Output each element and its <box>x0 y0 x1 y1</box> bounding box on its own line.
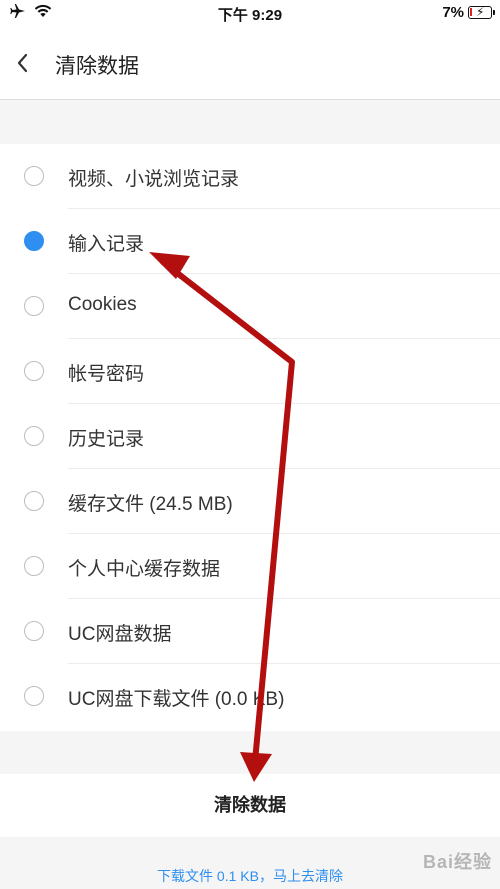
option-row-cookies[interactable]: Cookies <box>0 274 500 339</box>
radio-button[interactable] <box>24 361 44 381</box>
option-label: UC网盘数据 <box>68 624 172 645</box>
battery-level-fill <box>470 8 472 16</box>
clear-downloads-link[interactable]: 下载文件 0.1 KB，马上去清除 <box>0 866 500 886</box>
option-label: 历史记录 <box>68 429 145 450</box>
option-label: 个人中心缓存数据 <box>68 559 221 580</box>
status-bar: 下午 9:29 7% ⚡ <box>0 0 500 26</box>
status-right: 7% ⚡ <box>442 4 495 21</box>
radio-button[interactable] <box>24 166 44 186</box>
radio-button[interactable] <box>24 296 44 316</box>
option-label: 视频、小说浏览记录 <box>68 169 240 190</box>
option-row-history[interactable]: 历史记录 <box>0 404 500 469</box>
option-label: 输入记录 <box>68 234 145 255</box>
screen: 下午 9:29 7% ⚡ 清除数据 视频、小说浏览记录 输入记录 Cookies… <box>0 0 500 889</box>
option-row-uc-drive-data[interactable]: UC网盘数据 <box>0 599 500 664</box>
option-row-personal-center-cache[interactable]: 个人中心缓存数据 <box>0 534 500 599</box>
battery-charging-icon: ⚡ <box>468 5 495 19</box>
radio-button[interactable] <box>24 556 44 576</box>
options-list: 视频、小说浏览记录 输入记录 Cookies 帐号密码 历史记录 缓存文件 (2… <box>0 144 500 731</box>
radio-button[interactable] <box>24 426 44 446</box>
page-title: 清除数据 <box>55 55 139 78</box>
chevron-left-icon <box>17 53 28 73</box>
radio-button[interactable] <box>24 621 44 641</box>
option-label: Cookies <box>68 294 137 315</box>
option-row-cache-files[interactable]: 缓存文件 (24.5 MB) <box>0 469 500 534</box>
radio-button[interactable] <box>24 686 44 706</box>
option-label: UC网盘下载文件 (0.0 KB) <box>68 689 285 710</box>
battery-percent: 7% <box>442 4 464 21</box>
clear-data-button[interactable]: 清除数据 <box>0 774 500 837</box>
radio-button[interactable] <box>24 491 44 511</box>
bolt-icon: ⚡ <box>476 5 485 19</box>
radio-button[interactable] <box>24 231 44 251</box>
option-label: 缓存文件 (24.5 MB) <box>68 494 233 515</box>
option-row-video-novel-history[interactable]: 视频、小说浏览记录 <box>0 144 500 209</box>
nav-bar: 清除数据 <box>0 26 500 100</box>
option-row-uc-drive-downloads[interactable]: UC网盘下载文件 (0.0 KB) <box>0 664 500 729</box>
option-row-input-history[interactable]: 输入记录 <box>0 209 500 274</box>
back-button[interactable] <box>10 48 36 78</box>
option-row-account-passwords[interactable]: 帐号密码 <box>0 339 500 404</box>
option-label: 帐号密码 <box>68 364 145 385</box>
status-time: 下午 9:29 <box>217 7 283 24</box>
